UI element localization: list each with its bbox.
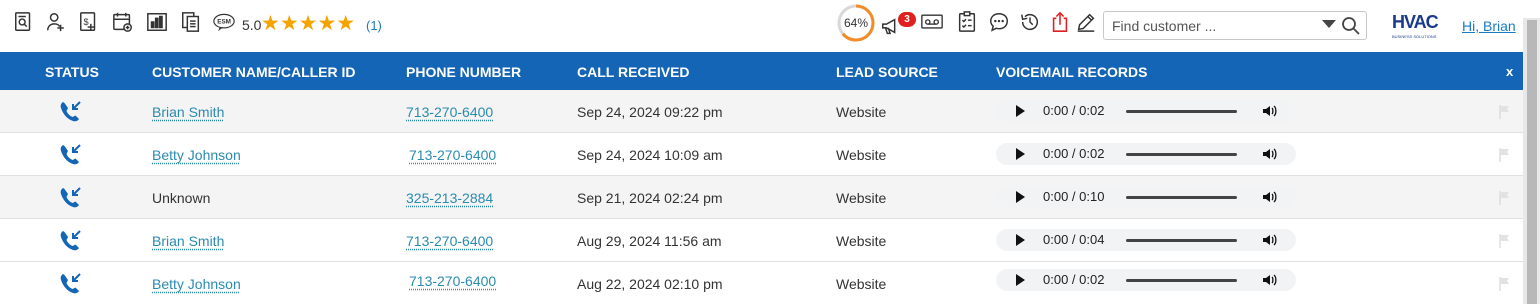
chat-icon[interactable] — [987, 10, 1011, 34]
play-icon[interactable] — [1016, 105, 1025, 117]
call-received-time: Aug 22, 2024 02:10 pm — [577, 276, 723, 292]
play-icon[interactable] — [1016, 148, 1025, 160]
table-row: Brian Smith 713-270-6400 Aug 29, 2024 11… — [0, 219, 1523, 262]
chevron-down-icon[interactable] — [1322, 20, 1336, 28]
customer-name-link[interactable]: Brian Smith — [152, 104, 224, 120]
volume-icon[interactable] — [1261, 232, 1277, 248]
documents-icon[interactable] — [179, 10, 203, 34]
logo-subtext: BUSINESS SOLUTIONS — [1392, 34, 1437, 39]
incoming-call-icon — [60, 273, 81, 294]
scrollbar-thumb[interactable] — [1527, 20, 1537, 304]
phone-number-link[interactable]: 713-270-6400 — [409, 147, 496, 163]
playback-time: 0:00 / 0:02 — [1043, 103, 1105, 118]
top-toolbar: $ ESM 5.0 ★★★★★ (1) 64% 3 Find customer … — [0, 0, 1540, 52]
column-header-customer: CUSTOMER NAME/CALLER ID — [152, 64, 356, 80]
customer-name-link[interactable]: Brian Smith — [152, 233, 224, 249]
voicemail-player: 0:00 / 0:02 — [996, 269, 1296, 291]
flag-icon[interactable] — [1499, 277, 1511, 291]
search-input[interactable] — [1112, 16, 1317, 36]
playback-track[interactable] — [1126, 110, 1237, 113]
lead-source: Website — [836, 233, 887, 249]
flag-icon[interactable] — [1499, 234, 1511, 248]
close-button[interactable]: x — [1506, 64, 1513, 79]
play-icon[interactable] — [1016, 274, 1025, 286]
table-row: Brian Smith 713-270-6400 Sep 24, 2024 09… — [0, 90, 1523, 133]
voicemail-icon[interactable] — [919, 10, 945, 34]
table-row: Unknown 325-213-2884 Sep 21, 2024 02:24 … — [0, 176, 1523, 219]
search-icon[interactable] — [1341, 16, 1361, 36]
export-icon[interactable] — [1048, 10, 1072, 34]
voicemail-player: 0:00 / 0:02 — [996, 100, 1296, 122]
play-icon[interactable] — [1016, 191, 1025, 203]
lead-source: Website — [836, 190, 887, 206]
add-invoice-icon[interactable]: $ — [77, 10, 101, 34]
playback-track[interactable] — [1126, 153, 1237, 156]
customer-name: Unknown — [152, 190, 211, 206]
user-greeting-link[interactable]: Hi, Brian — [1462, 18, 1516, 34]
progress-label: 64% — [843, 16, 869, 30]
esm-icon[interactable]: ESM — [211, 10, 237, 34]
company-logo: HVAC BUSINESS SOLUTIONS — [1392, 12, 1442, 42]
voicemail-player: 0:00 / 0:04 — [996, 229, 1296, 251]
column-header-voicemail: VOICEMAIL RECORDS — [996, 64, 1148, 80]
add-user-icon[interactable] — [44, 10, 68, 34]
review-count-link[interactable]: (1) — [366, 18, 382, 33]
playback-time: 0:00 / 0:02 — [1043, 272, 1105, 287]
call-log-search-icon[interactable] — [12, 10, 36, 34]
playback-track[interactable] — [1126, 279, 1237, 282]
notification-badge: 3 — [898, 12, 916, 27]
svg-text:$: $ — [84, 17, 89, 27]
incoming-call-icon — [60, 230, 81, 251]
call-received-time: Sep 21, 2024 02:24 pm — [577, 190, 723, 206]
play-icon[interactable] — [1016, 234, 1025, 246]
column-header-phone: PHONE NUMBER — [406, 64, 522, 80]
call-received-time: Sep 24, 2024 09:22 pm — [577, 104, 723, 120]
lead-source: Website — [836, 104, 887, 120]
volume-icon[interactable] — [1261, 189, 1277, 205]
customer-name-link[interactable]: Betty Johnson — [152, 147, 241, 163]
phone-number-link[interactable]: 713-270-6400 — [406, 233, 493, 249]
column-header-call-received: CALL RECEIVED — [577, 64, 690, 80]
phone-number-link[interactable]: 713-270-6400 — [406, 104, 493, 120]
incoming-call-icon — [60, 144, 81, 165]
call-received-time: Aug 29, 2024 11:56 am — [577, 233, 722, 249]
history-icon[interactable] — [1018, 10, 1042, 34]
call-received-time: Sep 24, 2024 10:09 am — [577, 147, 723, 163]
playback-time: 0:00 / 0:10 — [1043, 189, 1105, 204]
voicemail-player: 0:00 / 0:10 — [996, 186, 1296, 208]
table-row: Betty Johnson 713-270-6400 Sep 24, 2024 … — [0, 133, 1523, 176]
flag-icon[interactable] — [1499, 148, 1511, 162]
volume-icon[interactable] — [1261, 146, 1277, 162]
customer-name-link[interactable]: Betty Johnson — [152, 276, 241, 292]
table-header: STATUS CUSTOMER NAME/CALLER ID PHONE NUM… — [0, 52, 1523, 90]
flag-icon[interactable] — [1499, 105, 1511, 119]
phone-number-link[interactable]: 713-270-6400 — [409, 273, 496, 289]
lead-source: Website — [836, 276, 887, 292]
logo-text: HVAC — [1392, 12, 1439, 32]
column-header-lead-source: LEAD SOURCE — [836, 64, 938, 80]
schedule-calendar-icon[interactable] — [111, 10, 135, 34]
volume-icon[interactable] — [1261, 272, 1277, 288]
phone-number-link[interactable]: 325-213-2884 — [406, 190, 493, 206]
reports-chart-icon[interactable] — [145, 10, 169, 34]
voicemail-player: 0:00 / 0:02 — [996, 143, 1296, 165]
edit-icon[interactable] — [1074, 10, 1098, 34]
playback-track[interactable] — [1126, 239, 1237, 242]
flag-icon[interactable] — [1499, 191, 1511, 205]
playback-time: 0:00 / 0:04 — [1043, 232, 1105, 247]
rating-value: 5.0 — [242, 17, 262, 33]
lead-source: Website — [836, 147, 887, 163]
esm-label: ESM — [217, 19, 231, 26]
incoming-call-icon — [60, 187, 81, 208]
playback-track[interactable] — [1126, 196, 1237, 199]
incoming-call-icon — [60, 101, 81, 122]
checklist-icon[interactable] — [955, 10, 979, 34]
column-header-status: STATUS — [45, 64, 99, 80]
table-row: Betty Johnson 713-270-6400 Aug 22, 2024 … — [0, 262, 1523, 305]
playback-time: 0:00 / 0:02 — [1043, 146, 1105, 161]
rating-stars: ★★★★★ — [261, 12, 356, 35]
volume-icon[interactable] — [1261, 103, 1277, 119]
